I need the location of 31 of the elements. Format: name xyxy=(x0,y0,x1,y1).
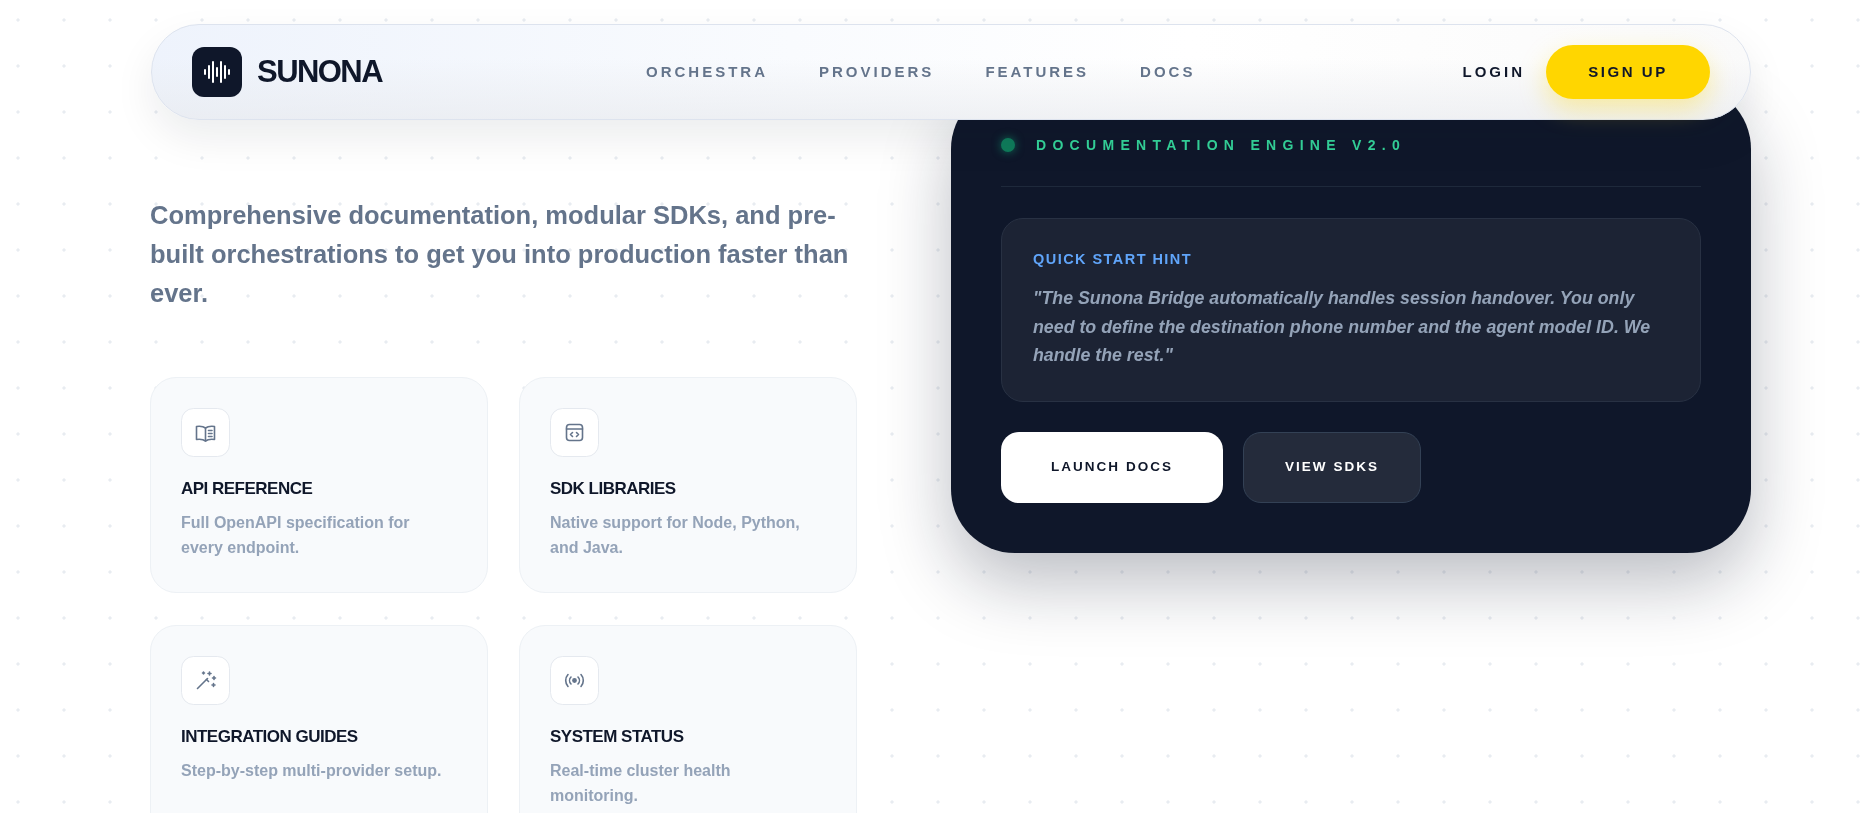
hero-description: Comprehensive documentation, modular SDKs, and pre-built orchestrations to get you into production faster than ever. xyxy=(150,200,850,309)
view-sdks-button[interactable]: VIEW SDKS xyxy=(1243,431,1421,503)
hint-title: QUICK START HINT xyxy=(1033,250,1194,268)
doc-card[interactable]: SDK LIBRARIES Native support for Node, Python, and Java. xyxy=(519,377,857,593)
doc-card[interactable]: INTEGRATION GUIDES Step-by-step multi-provider setup. xyxy=(150,625,488,813)
book-icon xyxy=(181,408,230,457)
status-dot-icon xyxy=(1001,138,1015,152)
card-description: Real-time cluster health monitoring. xyxy=(550,761,732,806)
nav-link[interactable]: ORCHESTRA xyxy=(646,60,768,84)
card-description: Full OpenAPI specification for every endpoint. xyxy=(181,513,411,558)
card-description: Step-by-step multi-provider setup. xyxy=(181,761,443,781)
code-window-icon xyxy=(550,408,599,457)
nav-link[interactable]: FEATURES xyxy=(985,60,1090,84)
nav-link[interactable]: PROVIDERS xyxy=(819,60,935,84)
sign-up-button[interactable]: SIGN UP xyxy=(1546,45,1710,99)
login-link[interactable]: LOGIN xyxy=(1462,60,1525,84)
broadcast-icon xyxy=(550,656,599,705)
nav-link[interactable]: DOCS xyxy=(1140,60,1196,84)
card-title: SYSTEM STATUS xyxy=(550,726,685,748)
card-title: API REFERENCE xyxy=(181,478,314,500)
doc-card[interactable]: SYSTEM STATUS Real-time cluster health monitoring. xyxy=(519,625,857,813)
brand-name[interactable]: SUNONA xyxy=(257,48,383,96)
hint-quote: "The Sunona Bridge automatically handles session handover. You only need to define the destination phone number and the agent model ID. We handle the rest." xyxy=(1033,287,1652,367)
magic-wand-icon xyxy=(181,656,230,705)
engine-status-label: DOCUMENTATION ENGINE V2.0 xyxy=(1036,136,1407,155)
doc-card[interactable]: API REFERENCE Full OpenAPI specification for every endpoint. xyxy=(150,377,488,593)
launch-docs-button[interactable]: LAUNCH DOCS xyxy=(1001,431,1223,503)
card-title: SDK LIBRARIES xyxy=(550,478,677,500)
waveform-logo-icon[interactable] xyxy=(192,47,242,97)
card-title: INTEGRATION GUIDES xyxy=(181,726,359,748)
card-description: Native support for Node, Python, and Java. xyxy=(550,513,801,558)
